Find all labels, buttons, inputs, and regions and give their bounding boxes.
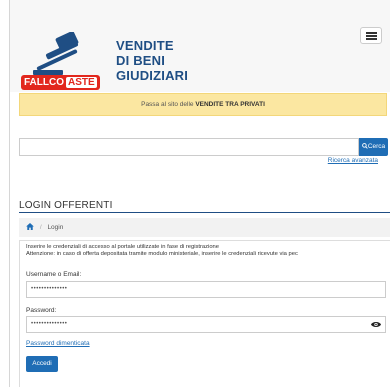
login-section-title: LOGIN OFFERENTI	[19, 200, 113, 211]
username-label: Username o Email:	[26, 271, 82, 278]
info-line-2: Attenzione: in caso di offerta depositat…	[26, 251, 298, 257]
menu-bar-icon	[366, 35, 377, 37]
forgot-password-link[interactable]: Password dimenticata	[26, 340, 90, 347]
site-title: VENDITE DI BENI GIUDIZIARI	[116, 38, 188, 83]
brand-badge: FALLCO ASTE	[21, 75, 100, 90]
password-field[interactable]: ••••••••••••••	[26, 316, 386, 333]
login-instructions: Inserire le credenziali di accesso al po…	[26, 244, 298, 258]
site-header: FALLCO ASTE VENDITE DI BENI GIUDIZIARI	[10, 0, 390, 92]
info-line-1: Inserire le credenziali di accesso al po…	[26, 244, 220, 250]
search-button-label: Cerca	[367, 143, 386, 150]
eye-icon[interactable]	[371, 320, 381, 329]
username-field[interactable]: ••••••••••••••	[26, 281, 386, 298]
login-button[interactable]: Accedi	[26, 356, 58, 372]
breadcrumb: / Login	[19, 218, 390, 237]
menu-bar-icon	[366, 38, 377, 40]
site-title-line1: VENDITE	[116, 38, 174, 53]
login-form: Inserire le credenziali di accesso al po…	[19, 240, 390, 387]
site-title-line3: GIUDIZIARI	[116, 68, 189, 83]
home-icon[interactable]	[26, 223, 34, 230]
page: FALLCO ASTE VENDITE DI BENI GIUDIZIARI Pa…	[9, 0, 390, 387]
search-input[interactable]	[19, 138, 359, 156]
breadcrumb-separator: /	[39, 224, 42, 231]
brand-fallco: FALLCO	[24, 77, 64, 88]
breadcrumb-current: Login	[47, 224, 64, 231]
hamburger-menu-button[interactable]	[360, 27, 382, 44]
menu-bar-icon	[366, 32, 377, 34]
section-divider	[19, 212, 390, 213]
site-title-line2: DI BENI	[116, 53, 166, 68]
banner-link[interactable]: VENDITE TRA PRIVATI	[195, 101, 265, 108]
password-value: ••••••••••••••	[31, 321, 68, 327]
brand-aste: ASTE	[66, 77, 97, 88]
banner-text: Passa al sito delle	[141, 101, 196, 108]
gavel-icon	[33, 32, 79, 75]
password-label: Password:	[26, 307, 57, 314]
site-logo[interactable]: FALLCO ASTE VENDITE DI BENI GIUDIZIARI	[17, 27, 197, 90]
private-sales-banner[interactable]: Passa al sito delle VENDITE TRA PRIVATI	[19, 93, 387, 116]
search-button[interactable]: Cerca	[359, 138, 388, 156]
advanced-search-link[interactable]: Ricerca avanzata	[328, 157, 378, 164]
